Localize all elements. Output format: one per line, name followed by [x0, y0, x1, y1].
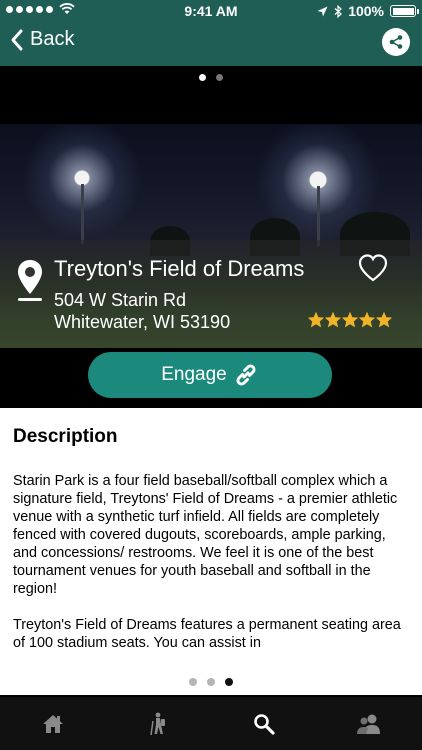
description-text: Starin Park is a four field baseball/sof…: [13, 472, 411, 670]
image-carousel[interactable]: Treyton's Field of Dreams 504 W Starin R…: [0, 66, 422, 348]
chevron-left-icon: [11, 29, 23, 50]
description-heading: Description: [13, 426, 118, 447]
carousel-dot-2[interactable]: [216, 74, 223, 81]
page-dot-2[interactable]: [207, 678, 215, 686]
description-paragraph-1: Starin Park is a four field baseball/sof…: [13, 473, 398, 597]
search-icon: [253, 713, 275, 735]
venue-name: Treyton's Field of Dreams: [54, 256, 305, 281]
star-icon: [342, 312, 358, 328]
share-button[interactable]: [382, 28, 410, 56]
star-icon: [359, 312, 375, 328]
battery-icon: [390, 5, 419, 17]
page-indicator: [0, 678, 422, 686]
star-icon: [325, 312, 341, 328]
page-dot-3[interactable]: [225, 678, 233, 686]
engage-label: Engage: [161, 364, 227, 385]
carousel-indicator: [0, 74, 422, 81]
link-icon: [236, 364, 256, 386]
address-line-1: 504 W Starin Rd: [54, 290, 187, 310]
description-paragraph-2: Treyton's Field of Dreams features a per…: [13, 617, 401, 651]
back-button[interactable]: Back: [10, 28, 74, 51]
people-icon: [357, 714, 381, 734]
top-bar: 9:41 AM 100% Back: [0, 0, 422, 66]
star-icon: [308, 312, 324, 328]
engage-bar: Engage: [0, 348, 422, 408]
rating-stars: [308, 312, 392, 328]
map-pin-icon: [18, 260, 42, 301]
tab-bar: [0, 697, 422, 750]
tab-people[interactable]: [339, 697, 399, 750]
bluetooth-icon: [334, 4, 343, 18]
carousel-dot-1[interactable]: [199, 74, 206, 81]
back-label: Back: [30, 28, 75, 50]
battery-percent: 100%: [348, 3, 384, 19]
status-right: 100%: [317, 3, 419, 19]
share-icon: [389, 35, 403, 49]
home-icon: [42, 714, 63, 733]
description-panel[interactable]: Description Starin Park is a four field …: [0, 408, 422, 695]
address-line-2: Whitewater, WI 53190: [54, 312, 231, 332]
tab-hike[interactable]: [128, 697, 188, 750]
tab-search[interactable]: [234, 697, 294, 750]
engage-button[interactable]: Engage: [88, 352, 332, 398]
location-arrow-icon: [317, 6, 328, 16]
tab-home[interactable]: [23, 697, 83, 750]
favorite-heart-icon[interactable]: [358, 254, 388, 282]
page-dot-1[interactable]: [189, 678, 197, 686]
status-bar: 9:41 AM 100%: [0, 0, 422, 22]
venue-photo: Treyton's Field of Dreams 504 W Starin R…: [0, 124, 422, 348]
star-icon: [376, 312, 392, 328]
hiker-icon: [150, 712, 166, 735]
